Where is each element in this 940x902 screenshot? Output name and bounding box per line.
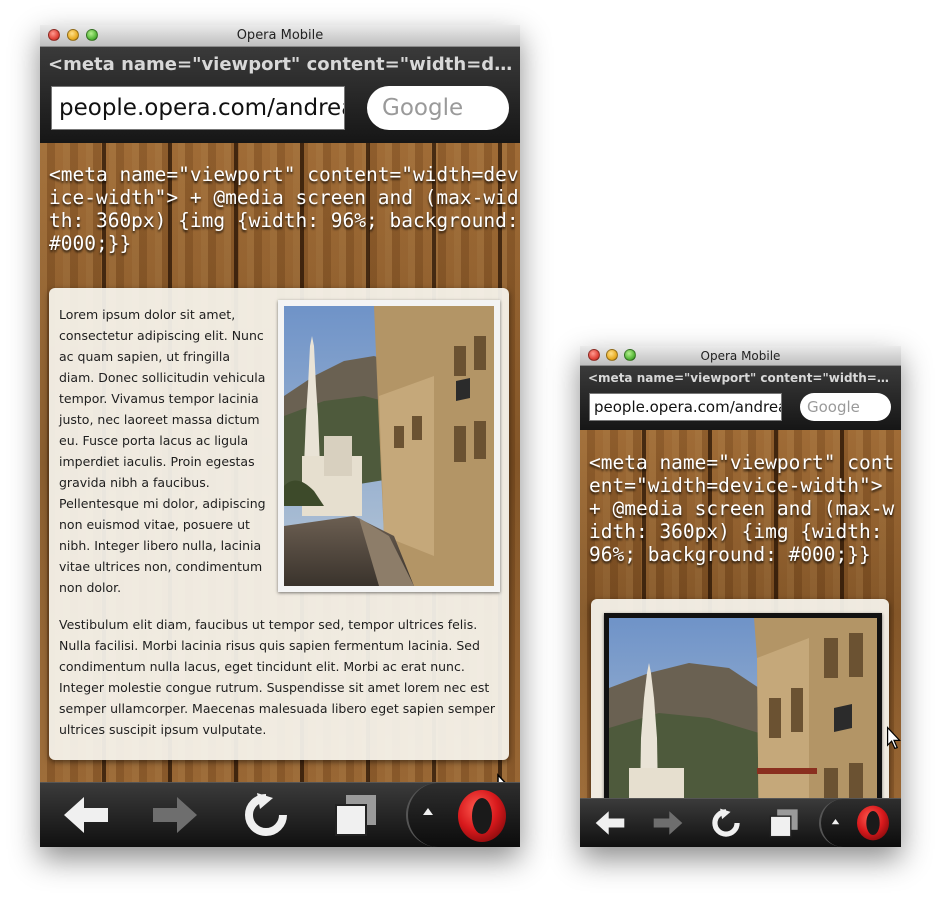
photo-frame — [604, 613, 882, 798]
page-title: <meta name="viewport" content="width=dev… — [588, 371, 895, 385]
close-window-button[interactable] — [48, 29, 60, 41]
tabs-icon — [335, 795, 376, 836]
minimize-window-button[interactable] — [606, 349, 618, 361]
tabs-button[interactable] — [764, 805, 804, 841]
opera-menu-button[interactable] — [819, 799, 901, 847]
opera-logo-icon — [458, 790, 506, 842]
forward-arrow-icon — [653, 811, 683, 835]
window-title: Opera Mobile — [236, 28, 324, 43]
browser-toolbar — [580, 798, 901, 847]
mouse-pointer-icon — [887, 726, 901, 750]
page-heading: <meta name="viewport" content="width=dev… — [49, 163, 519, 255]
back-button[interactable] — [590, 805, 630, 841]
forward-button[interactable] — [147, 789, 203, 841]
opera-mobile-window-large: Opera Mobile <meta name="viewport" conte… — [40, 25, 520, 847]
window-controls — [48, 29, 98, 41]
search-field[interactable]: Google — [800, 393, 891, 421]
back-arrow-icon — [64, 797, 108, 833]
browser-toolbar — [40, 782, 520, 847]
tabs-icon — [769, 809, 798, 838]
browser-header: <meta name="viewport" content="width=dev… — [580, 366, 901, 430]
window-title: Opera Mobile — [700, 349, 781, 363]
address-field[interactable]: people.opera.com/andreas/ — [51, 86, 345, 130]
back-button[interactable] — [58, 789, 114, 841]
opera-menu-button[interactable] — [406, 783, 520, 847]
search-field[interactable]: Google — [367, 86, 509, 130]
back-arrow-icon — [595, 811, 625, 835]
page-viewport[interactable]: <meta name="viewport" content="width=dev… — [580, 430, 901, 798]
window-controls — [588, 349, 636, 361]
minimize-window-button[interactable] — [67, 29, 79, 41]
zoom-window-button[interactable] — [86, 29, 98, 41]
opera-mobile-window-small: Opera Mobile <meta name="viewport" conte… — [580, 346, 901, 847]
reload-icon — [245, 793, 287, 836]
reload-button[interactable] — [238, 789, 294, 841]
article-paragraph-2: Vestibulum elit diam, faucibus ut tempor… — [59, 617, 496, 737]
forward-arrow-icon — [153, 797, 197, 833]
address-field[interactable]: people.opera.com/andreas/ — [589, 393, 782, 421]
article-paragraph-1: Lorem ipsum dolor sit amet, consectetur … — [59, 307, 266, 595]
opera-logo-icon — [857, 805, 889, 841]
photo-frame — [278, 300, 500, 592]
menu-caret-icon — [831, 819, 840, 825]
zoom-window-button[interactable] — [624, 349, 636, 361]
page-viewport[interactable]: <meta name="viewport" content="width=dev… — [40, 143, 520, 783]
reload-icon — [712, 808, 740, 837]
forward-button[interactable] — [648, 805, 688, 841]
article-card — [591, 599, 889, 798]
page-heading: <meta name="viewport" content="width=dev… — [589, 451, 895, 566]
street-photo — [609, 618, 877, 798]
window-titlebar[interactable]: Opera Mobile — [40, 25, 520, 47]
browser-header: <meta name="viewport" content="width=dev… — [40, 47, 520, 143]
tabs-button[interactable] — [328, 789, 384, 841]
article-card: Lorem ipsum dolor sit amet, consectetur … — [49, 288, 509, 760]
page-title: <meta name="viewport" content="width=dev… — [48, 54, 514, 75]
menu-caret-icon — [423, 808, 433, 815]
window-titlebar[interactable]: Opera Mobile — [580, 346, 901, 366]
street-photo — [284, 306, 494, 586]
close-window-button[interactable] — [588, 349, 600, 361]
reload-button[interactable] — [706, 805, 746, 841]
